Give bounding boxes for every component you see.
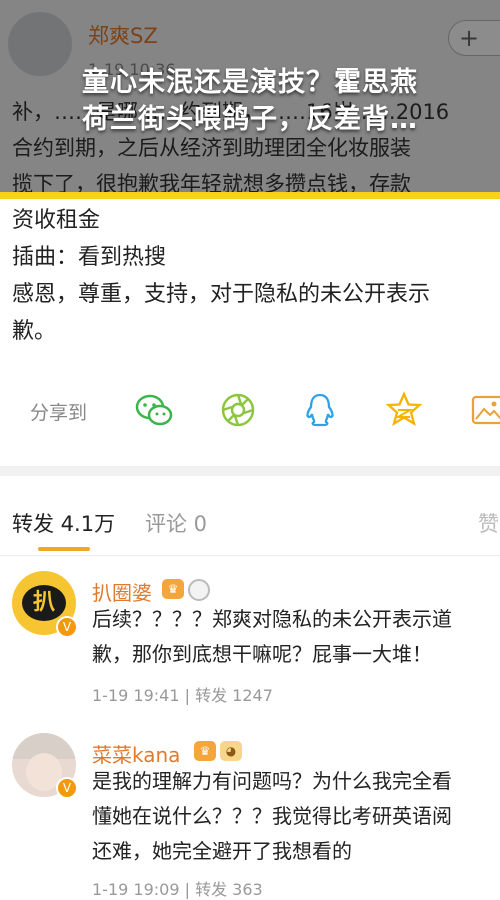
qq-icon[interactable] — [300, 390, 340, 430]
interaction-tabs: 转发 4.1万 评论 0 赞 — [0, 500, 500, 554]
active-tab-indicator — [38, 547, 90, 551]
comment-meta: 1-19 19:41 | 转发 1247 — [92, 686, 273, 705]
post-body-line: 感恩，尊重，支持，对于隐私的未公开表示 — [12, 282, 431, 307]
emoji-badge-icon: ◕ — [220, 741, 242, 761]
original-post-header: 郑爽SZ + 1-19 10:36 补，……是哪……约到期，……16岁……201… — [0, 0, 500, 195]
share-bar: 分享到 — [0, 386, 500, 434]
verified-badge-icon: V — [56, 616, 78, 638]
headline-line: 童心未泯还是演技？霍思燕 — [82, 67, 418, 98]
highlight-bar — [0, 192, 500, 199]
comment-line: 后续？？？？郑爽对隐私的未公开表示道 — [92, 607, 452, 631]
tab-forward[interactable]: 转发 4.1万 — [12, 508, 115, 538]
comment-meta: 1-19 19:09 | 转发 363 — [92, 880, 263, 899]
post-body-line: 资收租金 — [12, 208, 101, 233]
comment-text: 是我的理解力有问题吗？为什么我完全看 懂她在说什么？？？我觉得比考研英语阅 还难… — [92, 764, 452, 869]
post-body: 资收租金 插曲：看到热搜 感恩，尊重，支持，对于隐私的未公开表示 歉。 — [12, 202, 430, 350]
member-level-icon: ♛ — [162, 579, 184, 599]
section-divider — [0, 466, 500, 476]
comment-line: 歉，那你到底想干嘛呢？屁事一大堆！ — [92, 642, 432, 666]
member-level-icon: ♛ — [194, 741, 216, 761]
post-body-line: 插曲：看到热搜 — [12, 245, 167, 270]
verified-badge-icon: V — [56, 777, 78, 799]
comment-line: 还难，她完全避开了我想看的 — [92, 839, 352, 863]
tab-like[interactable]: 赞 — [478, 508, 499, 538]
comment-line: 懂她在说什么？？？我觉得比考研英语阅 — [92, 804, 452, 828]
headline-line: 荷兰街头喂鸽子，反差背… — [82, 104, 418, 135]
share-label: 分享到 — [30, 402, 88, 424]
wechat-icon[interactable] — [134, 390, 174, 430]
qzone-icon[interactable] — [384, 390, 424, 430]
medal-icon — [188, 579, 210, 601]
tabs-divider — [0, 555, 500, 556]
tab-comment[interactable]: 评论 0 — [145, 508, 207, 538]
moments-icon[interactable] — [218, 390, 258, 430]
image-save-icon[interactable] — [468, 390, 500, 430]
video-headline[interactable]: 童心未泯还是演技？霍思燕 荷兰街头喂鸽子，反差背… — [0, 64, 500, 138]
comment-line: 是我的理解力有问题吗？为什么我完全看 — [92, 769, 452, 793]
comment-text: 后续？？？？郑爽对隐私的未公开表示道 歉，那你到底想干嘛呢？屁事一大堆！ — [92, 602, 452, 672]
avatar-logo: 扒 — [22, 585, 66, 621]
post-body-line: 歉。 — [12, 319, 57, 344]
